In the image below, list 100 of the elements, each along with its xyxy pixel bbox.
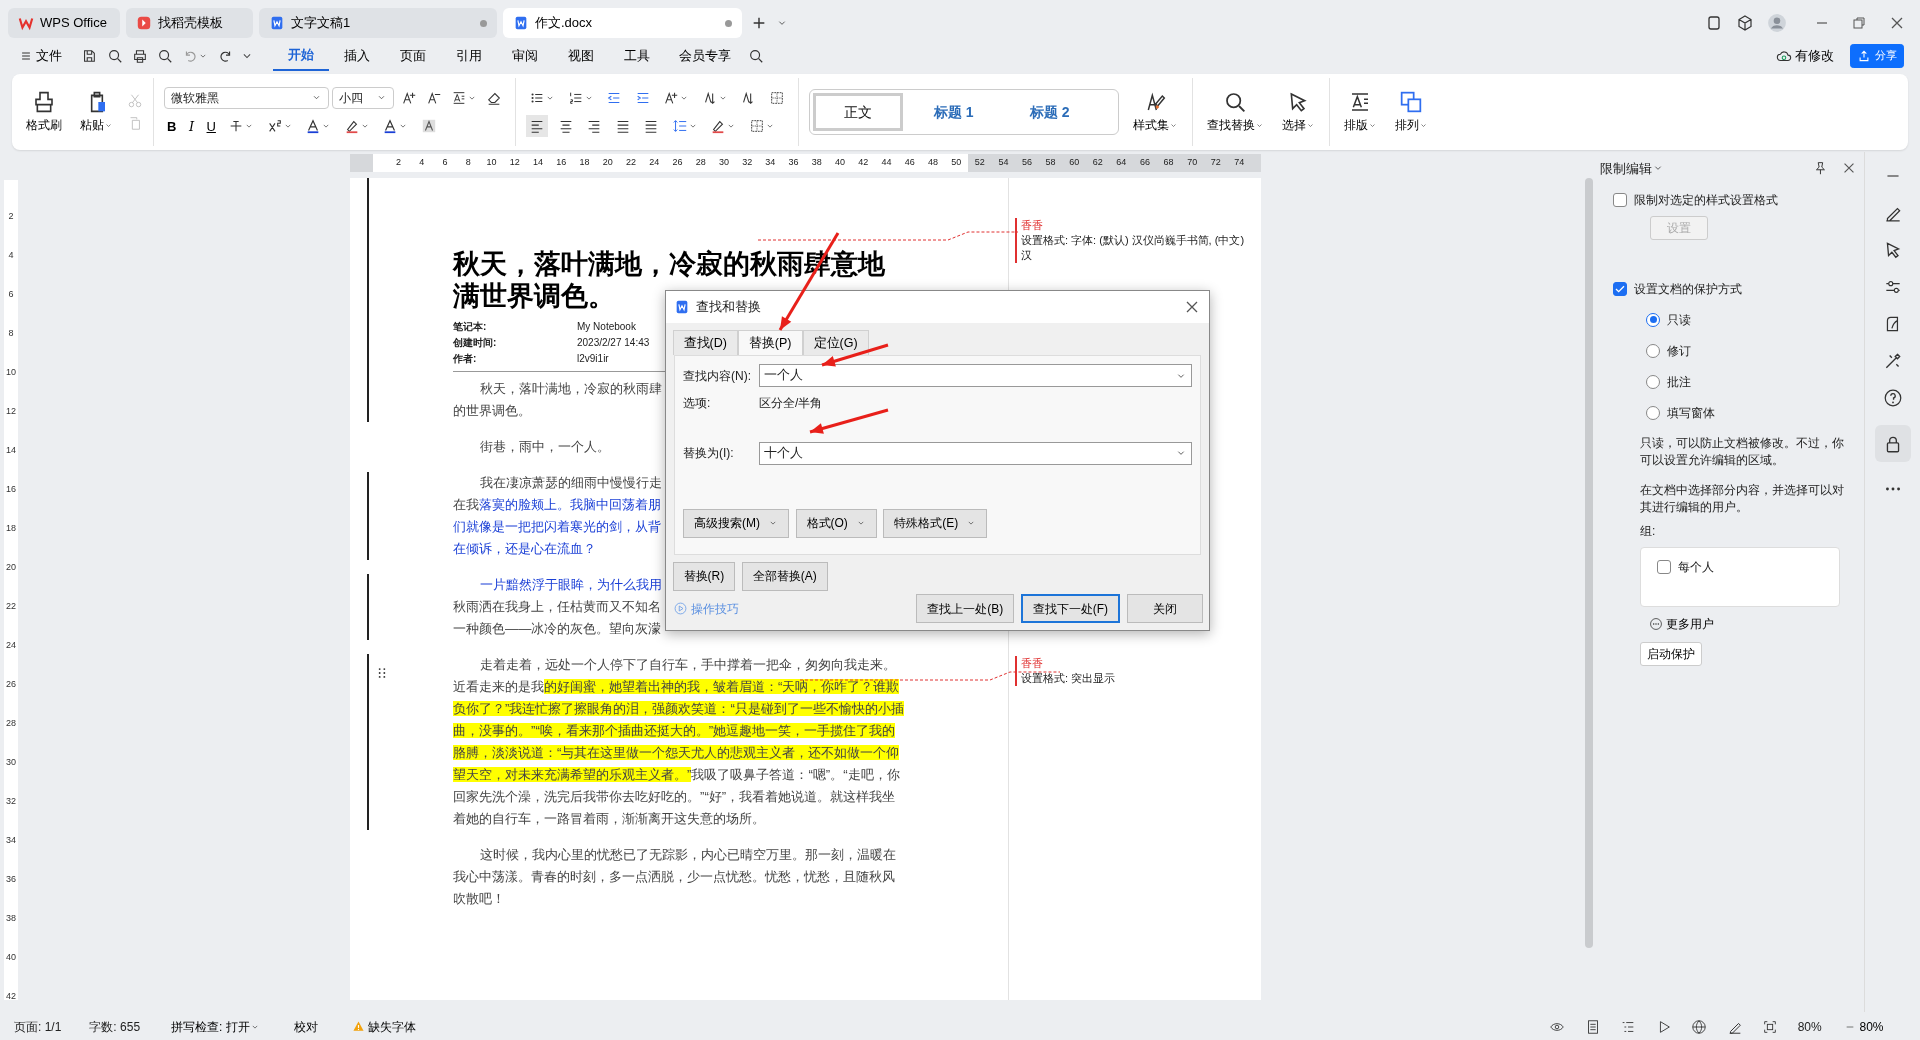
lock-tab[interactable] bbox=[1874, 425, 1911, 462]
document-tab[interactable]: 作文.docx bbox=[503, 8, 742, 38]
document-title: 满世界调色。 bbox=[453, 280, 615, 312]
dialog-title: 查找和替换 bbox=[696, 298, 761, 317]
ruler-number: 18 bbox=[6, 522, 16, 535]
ruler-number: 34 bbox=[6, 834, 16, 847]
avatar-icon[interactable] bbox=[1766, 13, 1787, 33]
word-count: 字数: 655 bbox=[89, 1018, 141, 1036]
comment-author: 香香 bbox=[1021, 656, 1044, 671]
globe-icon[interactable] bbox=[1691, 1018, 1708, 1035]
style-option[interactable]: 标题 1 bbox=[908, 93, 999, 131]
spell-check-button[interactable]: 拼写检查: 打开 bbox=[168, 1015, 263, 1038]
meta-label: 作者: bbox=[453, 351, 478, 366]
ribbon-tool-button[interactable]: 选择 bbox=[1277, 86, 1319, 138]
help-icon[interactable] bbox=[1882, 388, 1903, 408]
align-left-button[interactable] bbox=[526, 115, 549, 138]
ruler-number: 42 bbox=[857, 156, 870, 170]
menu-tab[interactable]: 工具 bbox=[609, 42, 666, 70]
menu-tab[interactable]: 引用 bbox=[441, 42, 498, 70]
dialog-tab[interactable]: 替换(P) bbox=[737, 329, 803, 356]
dialog-button[interactable]: 查找下一处(F) bbox=[1020, 594, 1120, 623]
text-line: 着她的自行车，一路冒着雨，渐渐离开这失意的场所。 bbox=[453, 809, 765, 828]
dialog-button[interactable]: 关闭 bbox=[1126, 594, 1203, 623]
sync-status-button[interactable]: 有修改 bbox=[1772, 45, 1837, 67]
find-field[interactable]: 一个人 bbox=[759, 364, 1192, 388]
text-line: 秋天，落叶满地，冷寂的秋雨肆 bbox=[480, 379, 662, 398]
menu-tab[interactable]: 视图 bbox=[553, 42, 610, 70]
radio-option[interactable]: 修订 bbox=[1646, 341, 1860, 360]
cube-icon[interactable] bbox=[1735, 14, 1754, 32]
paste-button[interactable]: 粘贴 bbox=[76, 86, 117, 138]
character-shading-icon bbox=[420, 118, 437, 135]
menu-tab[interactable]: 审阅 bbox=[497, 42, 554, 70]
replace-button[interactable]: 全部替换(A) bbox=[741, 561, 828, 591]
comment-text: 设置格式: 突出显示 bbox=[1021, 671, 1117, 686]
dialog-button[interactable]: 查找上一处(B) bbox=[916, 594, 1015, 623]
checkbox[interactable]: 每个人 bbox=[1657, 557, 1823, 576]
ruler-number: 62 bbox=[1091, 156, 1104, 170]
text-run: 的好闺蜜，她望着出神的我，皱着眉道：“天呐，你咋了？谁欺 bbox=[544, 678, 900, 694]
missing-font-button[interactable]: 缺失字体 bbox=[348, 1015, 419, 1038]
bold-button[interactable]: B bbox=[164, 115, 180, 138]
share-button[interactable]: 分享 bbox=[1849, 44, 1904, 68]
meta-value: l2v9i1ir bbox=[577, 351, 610, 366]
menu-tab[interactable]: 会员专享 bbox=[665, 42, 746, 70]
text-run: 落寞的脸颊上。我脑中回荡着朋 bbox=[479, 496, 661, 512]
menu-tab[interactable]: 插入 bbox=[329, 42, 386, 70]
replace-field[interactable]: 十个人 bbox=[759, 441, 1192, 465]
ribbon-tool-button[interactable]: 排版 bbox=[1339, 86, 1381, 138]
zoom-out-button[interactable]: 80% bbox=[1841, 1015, 1887, 1038]
document-tab[interactable]: 找稻壳模板 bbox=[126, 8, 253, 38]
text-line: 街巷，雨中，一个人。 bbox=[480, 437, 610, 456]
underline-button[interactable]: U bbox=[203, 115, 219, 138]
option-button[interactable]: 格式(O) bbox=[795, 508, 877, 538]
italic-button[interactable]: I bbox=[185, 115, 198, 138]
comment-author: 香香 bbox=[1021, 218, 1044, 233]
style-option[interactable]: 标题 2 bbox=[1004, 93, 1095, 131]
brush-icon bbox=[32, 90, 56, 114]
radio-option[interactable]: 只读 bbox=[1646, 310, 1860, 329]
replace-button[interactable]: 替换(R) bbox=[672, 561, 736, 591]
borders-icon bbox=[748, 118, 765, 135]
file-menu[interactable]: 文件 bbox=[16, 45, 66, 67]
ribbon-tool-button[interactable]: 样式集 bbox=[1128, 86, 1182, 138]
ruler-number: 32 bbox=[6, 795, 16, 808]
checkbox[interactable]: 限制对选定的样式设置格式 bbox=[1613, 191, 1860, 209]
text-line: 们就像是一把把闪着寒光的剑，从背 bbox=[453, 517, 661, 536]
option-button[interactable]: 高级搜索(M) bbox=[683, 508, 789, 538]
font-name-field[interactable]: 微软雅黑 bbox=[164, 86, 329, 109]
text-line: 走着走着，远处一个人停下了自行车，手中撑着一把伞，匆匆向我走来。 bbox=[480, 655, 896, 674]
proofread-button[interactable]: 校对 bbox=[290, 1015, 321, 1038]
more-users-button[interactable]: 更多用户 bbox=[1646, 613, 1860, 635]
option-button[interactable]: 特殊格式(E) bbox=[883, 508, 988, 538]
ruler-number: 24 bbox=[648, 156, 661, 170]
ruler-number: 2 bbox=[8, 210, 14, 223]
document-tab[interactable]: WPS Office bbox=[8, 8, 120, 38]
start-protection-button[interactable]: 启动保护 bbox=[1640, 641, 1702, 666]
menu-tab[interactable]: 开始 bbox=[273, 41, 330, 71]
checkbox[interactable]: 设置文档的保护方式 bbox=[1613, 279, 1860, 298]
fit-icon[interactable] bbox=[1762, 1018, 1779, 1035]
meta-value: My Notebook bbox=[577, 319, 637, 334]
ruler-number: 12 bbox=[6, 405, 16, 418]
ribbon-tool-button[interactable]: 排列 bbox=[1390, 86, 1432, 138]
unsaved-dot bbox=[480, 19, 487, 27]
ruler-number: 40 bbox=[6, 951, 16, 964]
scrollbar[interactable] bbox=[1585, 178, 1593, 948]
radio-option[interactable]: 填写窗体 bbox=[1646, 403, 1860, 422]
ribbon-tool-button[interactable]: 查找替换 bbox=[1202, 86, 1268, 138]
format-painter-button[interactable]: 格式刷 bbox=[22, 86, 66, 138]
ruler-number: 2 bbox=[395, 156, 403, 170]
font-size-field[interactable]: 小四 bbox=[332, 86, 395, 109]
restore-icon[interactable] bbox=[1850, 14, 1868, 32]
document-tab[interactable]: 文字文稿1 bbox=[259, 8, 497, 38]
style-option[interactable]: 正文 bbox=[812, 93, 903, 131]
text-line: 我心中荡漾。青春的时刻，多一点洒脱，少一点忧愁。忧愁，忧愁，且随秋风 bbox=[453, 867, 895, 886]
menu-tab[interactable]: 页面 bbox=[385, 42, 442, 70]
text-line: 在倾诉，还是心在流血？ bbox=[453, 539, 596, 558]
dialog-tab[interactable]: 查找(D) bbox=[672, 329, 738, 356]
ruler-number: 20 bbox=[6, 561, 16, 574]
ruler-number: 16 bbox=[555, 156, 568, 170]
radio-option[interactable]: 批注 bbox=[1646, 372, 1860, 391]
dialog-tab[interactable]: 定位(G) bbox=[802, 329, 869, 356]
ruler-number: 4 bbox=[418, 156, 426, 170]
